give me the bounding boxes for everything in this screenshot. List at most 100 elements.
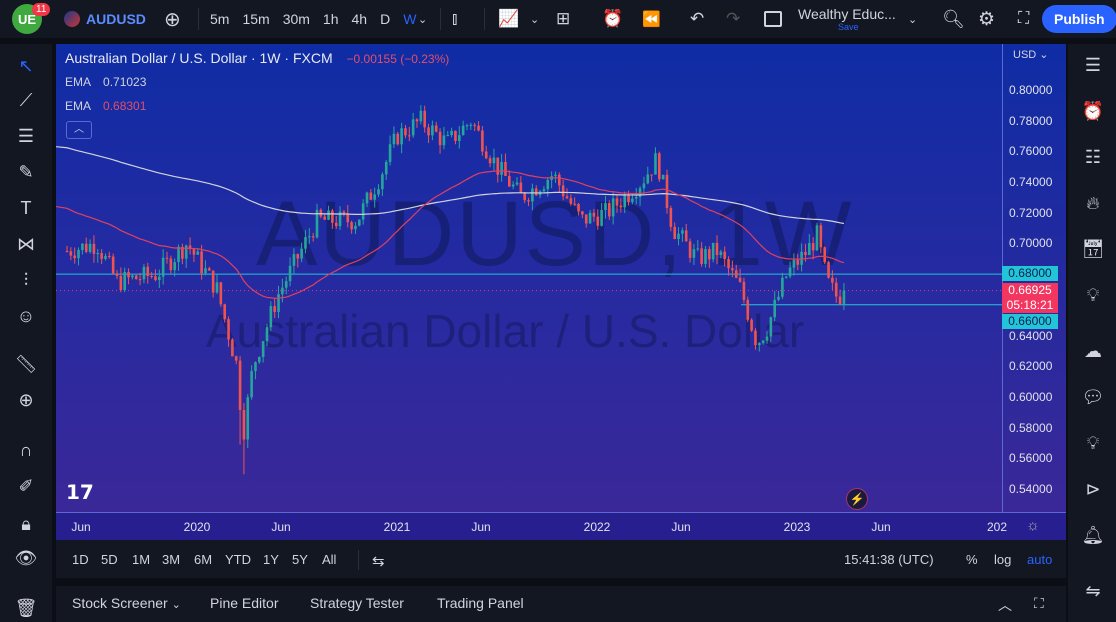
interval-D[interactable]: D	[380, 11, 390, 27]
chevron-down-icon[interactable]: ⌄	[418, 0, 427, 38]
fib-icon[interactable]: ☰	[12, 122, 40, 150]
gear-icon[interactable]: ⚙	[978, 0, 995, 38]
clock[interactable]: 15:41:38 (UTC)	[844, 552, 934, 567]
interval-1h[interactable]: 1h	[323, 11, 339, 27]
time-axis[interactable]: Jun 2020 Jun 2021 Jun 2022 Jun 2023 Jun 202 ☼	[56, 512, 1066, 540]
candle-body	[427, 127, 430, 136]
candle-body	[450, 130, 453, 136]
chevron-down-icon[interactable]: ⌄	[908, 0, 917, 38]
candle-body	[711, 242, 715, 260]
candle-body	[627, 194, 630, 203]
text-icon[interactable]: T	[12, 194, 40, 222]
candle-body	[108, 255, 111, 257]
zoom-in-icon[interactable]: ⊕	[12, 386, 40, 414]
collapse-panel-icon[interactable]: ︿	[998, 595, 1012, 615]
alerts-clock-icon[interactable]: ⏰	[1080, 98, 1106, 124]
price-tick: 0.62000	[1009, 359, 1053, 374]
ema-long-line[interactable]	[56, 146, 845, 225]
interval-4h[interactable]: 4h	[352, 11, 368, 27]
tab-trading-panel[interactable]: Trading Panel	[437, 595, 524, 611]
candle-body	[158, 276, 161, 281]
magnet-icon[interactable]: ∩	[12, 436, 40, 464]
range-1M[interactable]: 1M	[132, 552, 150, 567]
hotlists-fire-icon[interactable]: 🔥︎	[1080, 190, 1106, 216]
candles-icon[interactable]: ⫾	[452, 0, 457, 38]
candle-body	[715, 242, 719, 256]
range-5Y[interactable]: 5Y	[292, 552, 308, 567]
ema-legend-2[interactable]: EMA 0.68301	[65, 99, 146, 113]
trash-icon[interactable]: 🗑︎	[12, 594, 40, 622]
user-avatar[interactable]: UE 11	[12, 0, 51, 38]
indicators-icon[interactable]: 📈	[498, 0, 519, 38]
trend-line-icon[interactable]: ⟋	[12, 86, 40, 114]
interval-W[interactable]: W	[403, 11, 416, 27]
ema-short-line[interactable]	[56, 170, 845, 299]
play-circle-icon[interactable]: ⊳	[1080, 476, 1106, 502]
templates-icon[interactable]: ⊞	[556, 0, 570, 38]
notification-badge: 11	[32, 3, 51, 16]
interval-30m[interactable]: 30m	[283, 11, 310, 27]
emoji-icon[interactable]: ☺	[12, 302, 40, 330]
publish-button[interactable]: Publish	[1042, 5, 1116, 33]
range-3M[interactable]: 3M	[162, 552, 180, 567]
redo-icon[interactable]: ↷	[726, 0, 740, 38]
ruler-icon[interactable]: 📏︎	[12, 350, 40, 378]
replay-icon[interactable]: ⏪	[642, 0, 661, 38]
candle-body	[92, 243, 96, 254]
candle-body	[727, 258, 730, 269]
interval-5m[interactable]: 5m	[210, 11, 229, 27]
symbol-search[interactable]: AUDUSD	[64, 0, 146, 38]
lightning-icon[interactable]: ⚡	[846, 488, 868, 510]
data-window-icon[interactable]: ☷	[1080, 144, 1106, 170]
range-5D[interactable]: 5D	[101, 552, 118, 567]
alert-icon[interactable]: ⏰	[602, 0, 623, 38]
log-toggle[interactable]: log	[994, 552, 1011, 567]
cursor-icon[interactable]: ↖	[12, 52, 40, 80]
settings-sun-icon[interactable]: ☼	[1026, 517, 1040, 534]
range-6M[interactable]: 6M	[194, 552, 212, 567]
streams-icon[interactable]: 💡︎	[1080, 430, 1106, 456]
ema-legend-1[interactable]: EMA 0.71023	[65, 75, 146, 89]
range-All[interactable]: All	[322, 552, 336, 567]
ideas-lightbulb-icon[interactable]: 💡︎	[1080, 282, 1106, 308]
range-1Y[interactable]: 1Y	[263, 552, 279, 567]
search-icon[interactable]: 🔍︎	[942, 0, 965, 38]
order-panel-icon[interactable]: ⇋	[1080, 578, 1106, 604]
collapse-legend-button[interactable]: ︿	[66, 121, 92, 139]
maximize-panel-icon[interactable]: ⛶	[1034, 595, 1044, 612]
cloud-chat-icon[interactable]: ☁	[1080, 338, 1106, 364]
interval-15m[interactable]: 15m	[242, 11, 269, 27]
layout-icon[interactable]	[764, 0, 782, 38]
notifications-bell-icon[interactable]: 🔔︎	[1080, 522, 1106, 548]
percent-toggle[interactable]: %	[966, 552, 978, 567]
range-YTD[interactable]: YTD	[225, 552, 251, 567]
currency-selector[interactable]: USD ⌄	[1013, 48, 1049, 61]
goto-date-icon[interactable]: ⇆	[372, 552, 385, 570]
tradingview-logo[interactable]: 𝟭𝟳	[66, 480, 94, 505]
candle-body	[773, 299, 776, 318]
pencil-lock-icon[interactable]: ✐	[12, 472, 40, 500]
calendar-icon[interactable]: 📅︎	[1080, 236, 1106, 262]
auto-toggle[interactable]: auto	[1027, 552, 1052, 567]
undo-icon[interactable]: ↶	[690, 0, 704, 38]
tab-strategy-tester[interactable]: Strategy Tester	[310, 595, 404, 611]
chart-pane[interactable]: AUDUSD, 1W Australian Dollar / U.S. Doll…	[56, 44, 1002, 512]
pattern-icon[interactable]: ⋈	[12, 230, 40, 258]
tab-stock-screener[interactable]: Stock Screener ⌄	[72, 595, 181, 611]
candle-body	[673, 226, 676, 239]
add-symbol-icon[interactable]: ⊕	[164, 0, 181, 38]
watchlist-icon[interactable]: ☰	[1080, 52, 1106, 78]
layout-name-button[interactable]: Wealthy Educ... Save	[798, 0, 896, 38]
candle-body	[838, 296, 842, 304]
tab-pine-editor[interactable]: Pine Editor	[210, 595, 278, 611]
fullscreen-icon[interactable]: ⛶	[1018, 0, 1029, 38]
candle-body	[311, 236, 315, 238]
candle-body	[823, 247, 826, 263]
chevron-down-icon[interactable]: ⌄	[530, 0, 539, 38]
chat-icon[interactable]: 💬︎	[1080, 384, 1106, 410]
eye-icon[interactable]: 👁︎	[12, 544, 40, 572]
lock-icon[interactable]: 🔒︎	[12, 510, 40, 538]
prediction-icon[interactable]: ⫶	[12, 266, 40, 294]
range-1D[interactable]: 1D	[72, 552, 89, 567]
brush-icon[interactable]: ✎	[12, 158, 40, 186]
